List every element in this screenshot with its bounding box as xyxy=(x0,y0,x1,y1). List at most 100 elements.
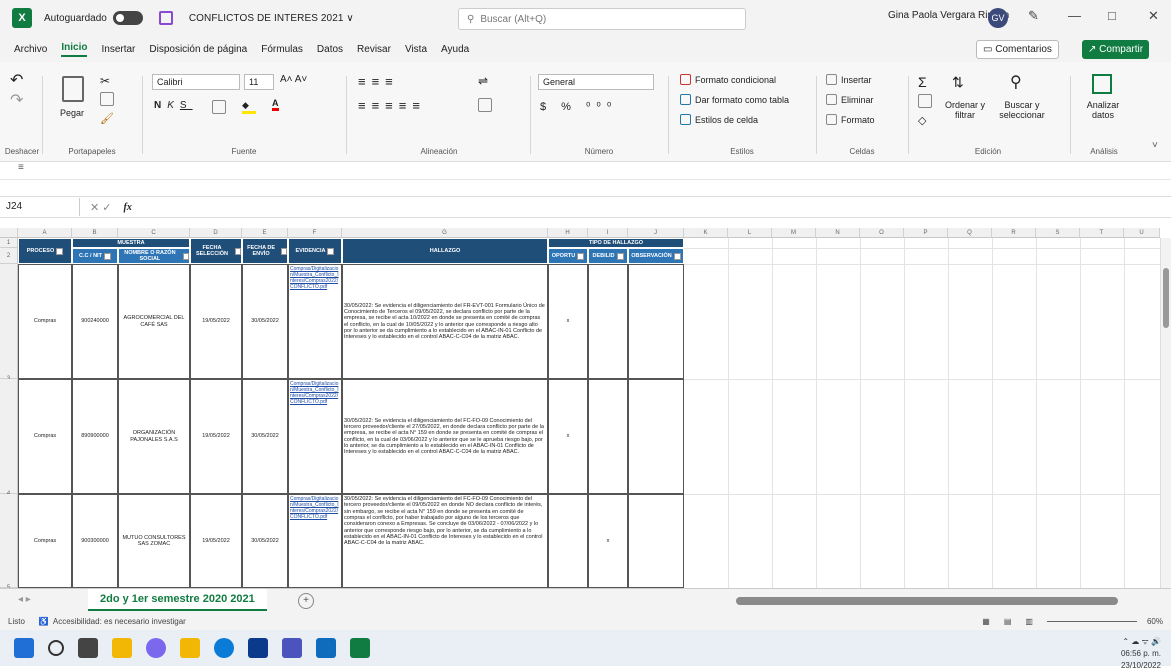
menu-archivo[interactable]: Archivo xyxy=(14,44,47,55)
file-explorer-icon[interactable] xyxy=(112,638,132,658)
cell-fecha-envio[interactable]: 30/05/2022 xyxy=(242,379,288,494)
horizontal-align-icons[interactable]: ≡≡≡≡≡ xyxy=(358,98,426,113)
menu-vista[interactable]: Vista xyxy=(405,44,427,55)
cell-nombre[interactable]: MUTUO CONSULTORES SAS ZOMAC xyxy=(118,494,190,588)
filter-button[interactable] xyxy=(281,247,287,255)
column-header-e[interactable]: E xyxy=(242,228,288,238)
cell-nit[interactable]: 900240000 xyxy=(72,264,118,379)
format-painter-icon[interactable]: 🖌 xyxy=(100,112,114,125)
analyze-data-icon[interactable] xyxy=(1092,74,1112,94)
column-header-j[interactable]: J xyxy=(628,228,684,238)
cell-debilidad[interactable] xyxy=(588,264,628,379)
column-header-c[interactable]: C xyxy=(118,228,190,238)
sheet-nav-icons[interactable]: ◂ ▸ xyxy=(18,594,31,605)
fill-icon[interactable] xyxy=(918,94,932,108)
chat-icon[interactable] xyxy=(146,638,166,658)
vertical-scroll-thumb[interactable] xyxy=(1163,268,1169,328)
cell-fecha-envio[interactable]: 30/05/2022 xyxy=(242,494,288,588)
outlook-icon[interactable] xyxy=(316,638,336,658)
column-header-f[interactable]: F xyxy=(288,228,342,238)
share-button[interactable]: ↗ Compartir xyxy=(1082,40,1150,59)
sheet-tab[interactable]: 2do y 1er semestre 2020 2021 xyxy=(88,589,267,611)
column-header-n[interactable]: N xyxy=(816,228,860,238)
cell-nombre[interactable]: ORGANIZACIÓN PAJONALES S.A.S xyxy=(118,379,190,494)
column-header-l[interactable]: L xyxy=(728,228,772,238)
save-icon[interactable] xyxy=(158,11,173,25)
conditional-format-button[interactable]: Formato condicional xyxy=(680,74,776,85)
cell-nit[interactable]: 890900000 xyxy=(72,379,118,494)
paste-label[interactable]: Pegar xyxy=(60,108,84,118)
font-color-icon[interactable]: A xyxy=(272,98,279,111)
row-header-1[interactable]: 1 xyxy=(0,238,18,248)
format-cells-button[interactable]: Formato xyxy=(826,114,875,125)
column-header-k[interactable]: K xyxy=(684,228,728,238)
add-sheet-button[interactable]: + xyxy=(298,593,314,609)
task-view-icon[interactable] xyxy=(78,638,98,658)
cell-styles-button[interactable]: Estilos de celda xyxy=(680,114,758,125)
view-layout-icon[interactable]: ▤ xyxy=(1004,617,1012,626)
wrap-text-icon[interactable]: ⇌ xyxy=(478,74,488,88)
cell-oportunidad[interactable] xyxy=(548,494,588,588)
column-header-d[interactable]: D xyxy=(190,228,242,238)
filter-button[interactable] xyxy=(234,247,241,255)
search-box[interactable]: ⚲ Buscar (Alt+Q) xyxy=(458,8,746,30)
format-table-button[interactable]: Dar formato como tabla xyxy=(680,94,789,105)
cell-fecha-seleccion[interactable]: 19/05/2022 xyxy=(190,264,242,379)
column-header-i[interactable]: I xyxy=(588,228,628,238)
menu-datos[interactable]: Datos xyxy=(317,44,343,55)
column-header-m[interactable]: M xyxy=(772,228,816,238)
horizontal-scrollbar[interactable] xyxy=(736,597,1118,605)
autosum-icon[interactable]: Σ xyxy=(918,74,927,90)
vertical-align-icons[interactable]: ≡≡≡ xyxy=(358,74,399,89)
find-icon[interactable]: ⚲ xyxy=(1010,72,1022,92)
row-header-5[interactable]: 5 xyxy=(0,494,18,588)
borders-icon[interactable] xyxy=(212,100,226,114)
filter-button[interactable] xyxy=(616,252,624,260)
filter-button[interactable] xyxy=(673,252,681,260)
cell-hallazgo[interactable]: 30/05/2022: Se evidencia el diligenciami… xyxy=(342,379,548,494)
cell-fecha-envio[interactable]: 30/05/2022 xyxy=(242,264,288,379)
accessibility-status[interactable]: Accesibilidad: es necesario investigar xyxy=(53,617,186,626)
cell-oportunidad[interactable]: x xyxy=(548,379,588,494)
bold-italic-underline-icons[interactable]: NKS xyxy=(154,100,193,111)
avatar[interactable]: GV xyxy=(988,8,1008,28)
windows-start-icon[interactable] xyxy=(14,638,34,658)
sort-filter-label[interactable]: Ordenar y filtrar xyxy=(942,100,988,120)
cell-oportunidad[interactable]: x xyxy=(548,264,588,379)
collapse-ribbon-icon[interactable]: ˅ xyxy=(1152,140,1158,151)
row-header-2[interactable]: 2 xyxy=(0,248,18,264)
close-button[interactable]: ✕ xyxy=(1148,8,1159,24)
comments-button[interactable]: ▭ Comentarios xyxy=(976,40,1059,59)
spreadsheet-grid[interactable]: A B C D E F G H I J K L M N O P Q R S T … xyxy=(0,228,1171,588)
column-header-r[interactable]: R xyxy=(992,228,1036,238)
view-pagebreak-icon[interactable]: ▥ xyxy=(1025,617,1033,626)
insert-cells-button[interactable]: Insertar xyxy=(826,74,872,85)
cell-observacion[interactable] xyxy=(628,264,684,379)
fx-icon[interactable]: fx xyxy=(124,202,132,213)
cell-proceso[interactable]: Compras xyxy=(18,494,72,588)
filter-button[interactable] xyxy=(577,252,585,260)
quick-bar-icon[interactable]: ≡ xyxy=(18,162,24,173)
name-box[interactable]: J24 xyxy=(0,198,80,216)
cancel-check-icons[interactable]: ✕ ✓ xyxy=(90,201,112,214)
column-header-s[interactable]: S xyxy=(1036,228,1080,238)
menu-inicio[interactable]: Inicio xyxy=(61,42,88,57)
search-icon[interactable] xyxy=(48,640,64,656)
grow-font-icon[interactable]: A˄ A˅ xyxy=(280,74,307,85)
column-header-h[interactable]: H xyxy=(548,228,588,238)
paste-icon[interactable] xyxy=(62,76,84,102)
sort-filter-icon[interactable]: ⇅ xyxy=(952,74,964,91)
column-header-u[interactable]: U xyxy=(1124,228,1160,238)
cell-debilidad[interactable]: x xyxy=(588,494,628,588)
zoom-level[interactable]: 60% xyxy=(1147,617,1163,626)
filter-button[interactable] xyxy=(182,252,189,260)
filter-button[interactable] xyxy=(103,252,111,260)
menu-insertar[interactable]: Insertar xyxy=(101,44,135,55)
cell-evidencia-link[interactable]: Compras/Digitalizacion/Muestra_Conflicto… xyxy=(288,264,342,379)
column-header-p[interactable]: P xyxy=(904,228,948,238)
column-header-g[interactable]: G xyxy=(342,228,548,238)
zoom-slider[interactable] xyxy=(1046,620,1137,622)
merge-center-icon[interactable] xyxy=(478,98,492,112)
cell-observacion[interactable] xyxy=(628,379,684,494)
edge-icon[interactable] xyxy=(214,638,234,658)
